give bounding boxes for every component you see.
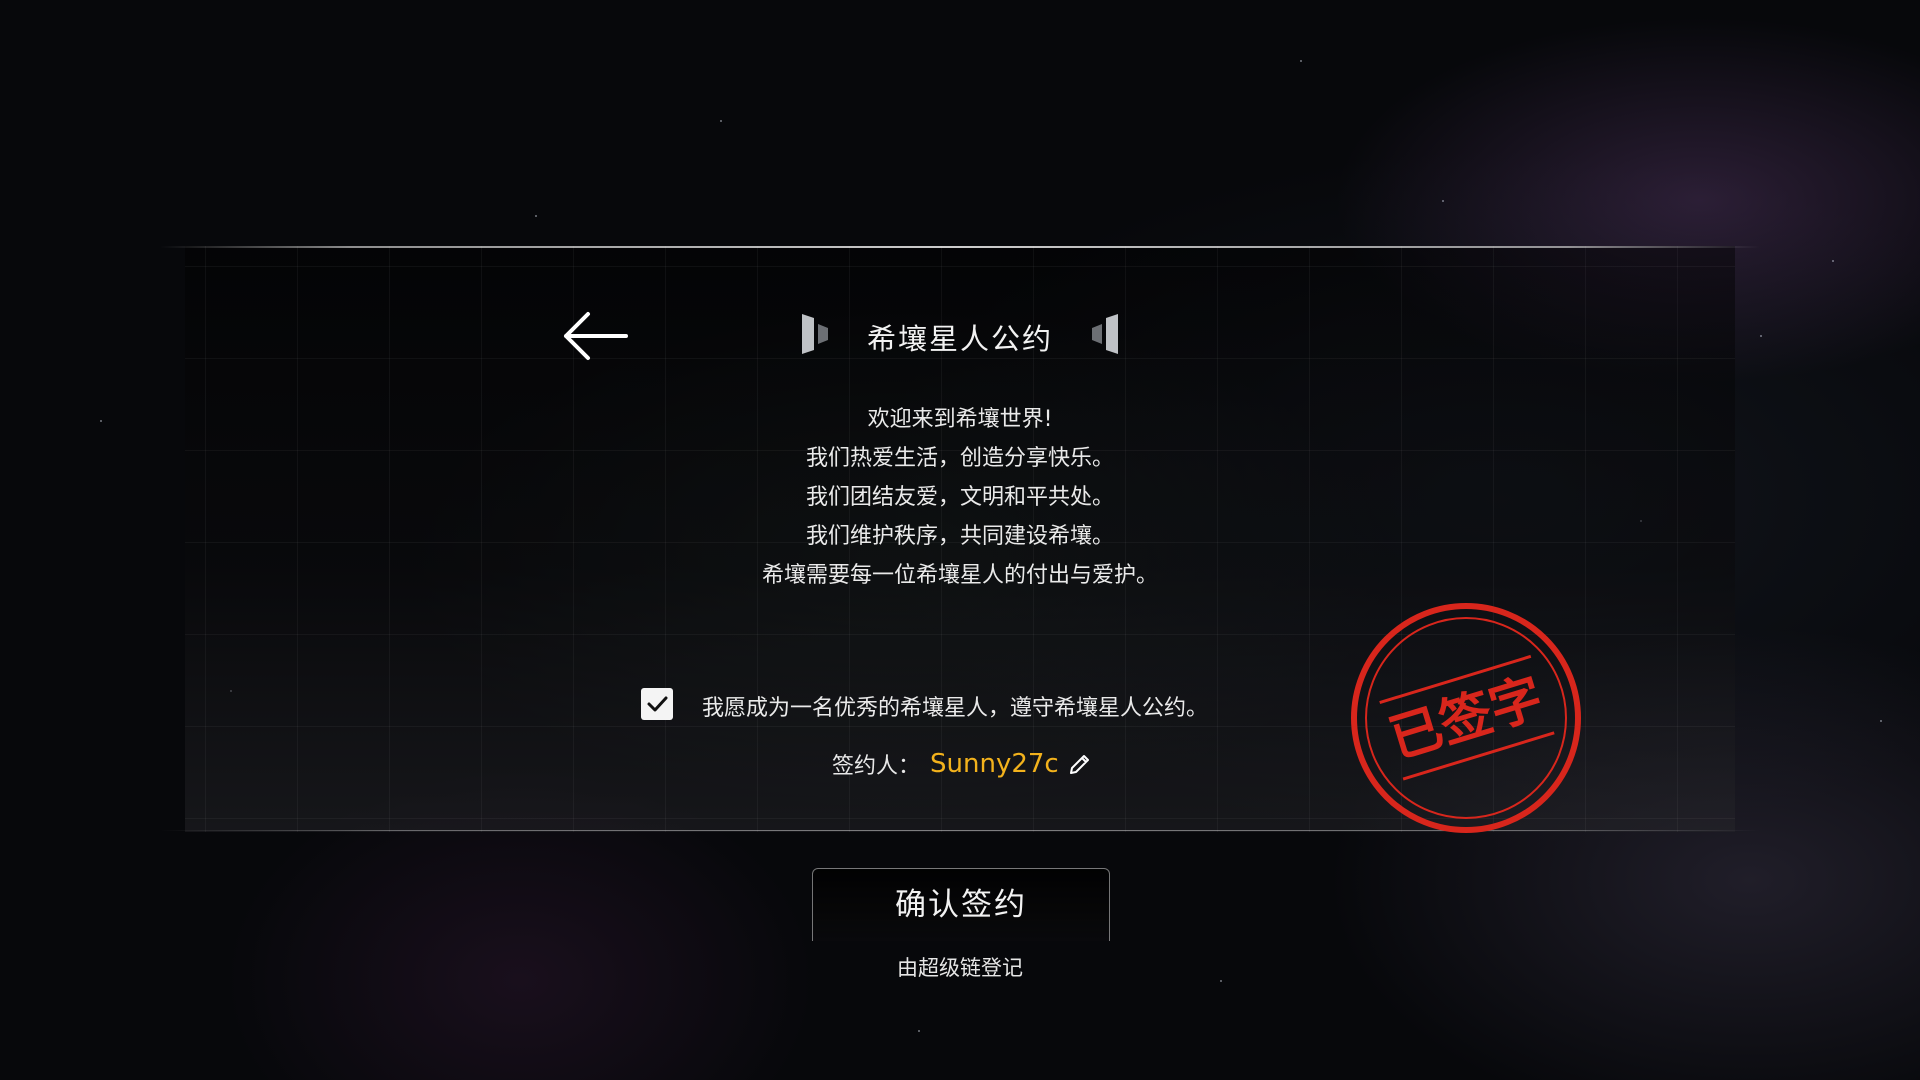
agree-checkbox[interactable] bbox=[641, 688, 673, 720]
signer-row: 签约人： Sunny27c bbox=[832, 748, 1093, 780]
back-button[interactable] bbox=[560, 310, 630, 362]
confirm-sign-button[interactable]: 确认签约 bbox=[812, 868, 1110, 941]
covenant-line: 希壤需要每一位希壤星人的付出与爱护。 bbox=[761, 563, 1158, 588]
page-title: 希壤星人公约 bbox=[866, 322, 1053, 356]
covenant-line: 我们维护秩序，共同建设希壤。 bbox=[805, 524, 1114, 549]
covenant-line: 我们团结友爱，文明和平共处。 bbox=[805, 485, 1114, 510]
stamp-text: 已签字 bbox=[1383, 667, 1550, 770]
checkmark-icon bbox=[647, 696, 668, 712]
panel-top-divider bbox=[160, 246, 1760, 248]
confirm-sign-label: 确认签约 bbox=[895, 887, 1027, 923]
signer-label: 签约人： bbox=[832, 754, 921, 779]
back-arrow-icon bbox=[564, 312, 628, 360]
registration-note: 由超级链登记 bbox=[897, 956, 1023, 980]
signed-stamp: 已签字 bbox=[1346, 598, 1586, 838]
title-right-ornament-icon bbox=[1092, 314, 1118, 354]
signer-name: Sunny27c bbox=[930, 749, 1059, 779]
covenant-text: 欢迎来到希壤世界! 我们热爱生活，创造分享快乐。 我们团结友爱，文明和平共处。 … bbox=[600, 400, 1320, 595]
agree-label: 我愿成为一名优秀的希壤星人，遵守希壤星人公约。 bbox=[702, 696, 1209, 721]
title-bar: 希壤星人公约 bbox=[800, 310, 1120, 360]
covenant-line: 欢迎来到希壤世界! bbox=[867, 407, 1053, 432]
edit-pencil-icon[interactable] bbox=[1067, 751, 1093, 777]
covenant-line: 我们热爱生活，创造分享快乐。 bbox=[805, 446, 1114, 471]
